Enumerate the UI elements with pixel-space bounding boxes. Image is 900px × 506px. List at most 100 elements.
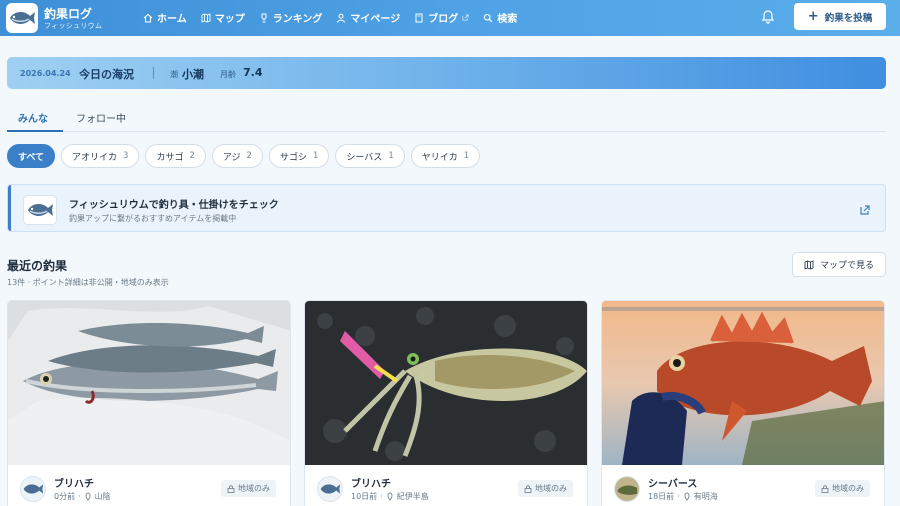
notification-bell-icon[interactable] <box>760 8 776 24</box>
tide-value: 小潮 <box>182 68 204 81</box>
nav-search-label: 検索 <box>497 14 518 25</box>
nav-map[interactable]: マップ <box>201 10 245 25</box>
card-location: 紀伊半島 <box>396 492 429 501</box>
moon-age-label: 月齢 <box>220 70 236 79</box>
map-icon <box>201 12 211 23</box>
tab-following[interactable]: フォロー中 <box>76 110 126 125</box>
avatar[interactable] <box>317 476 343 502</box>
filter-chip-label: カサゴ <box>156 152 184 163</box>
tab-everyone[interactable]: みんな <box>18 110 48 125</box>
nav-home[interactable]: ホーム <box>143 10 187 25</box>
region-only-badge: 地域のみ <box>518 480 573 497</box>
filter-chip[interactable]: シーバス 1 <box>335 144 405 168</box>
card-username[interactable]: ブリハチ <box>351 475 391 490</box>
region-only-badge: 地域のみ <box>221 480 276 497</box>
nav-map-label: マップ <box>214 14 245 25</box>
promo-banner[interactable]: フィッシュリウムで釣り具・仕掛けをチェック 釣果アップに繋がるおすすめアイテムを… <box>7 184 886 232</box>
filter-chip-count: 2 <box>189 151 195 161</box>
badge-label: 地域のみ <box>238 484 270 493</box>
view-on-map-label: マップで見る <box>819 261 874 271</box>
filter-chip-label: シーバス <box>346 152 383 163</box>
region-only-badge: 地域のみ <box>815 480 870 497</box>
section-meta: 13件 · ポイント詳細は非公開・地域のみ表示 <box>7 278 169 287</box>
filter-chip-label: ヤリイカ <box>421 152 458 163</box>
user-icon <box>337 13 346 23</box>
filter-chip-count: 3 <box>123 151 129 161</box>
filter-chip[interactable]: アジ 2 <box>211 144 263 168</box>
filter-chip-label: すべて <box>18 152 45 163</box>
section-title: 最近の釣果 <box>7 259 68 273</box>
catch-photo[interactable] <box>305 301 588 465</box>
nav-blog-label: ブログ <box>428 14 459 25</box>
filter-chip-label: アオリイカ <box>72 152 118 163</box>
fish-logo-icon <box>23 484 44 494</box>
card-meta: 18日前 · 有明海 <box>648 491 718 502</box>
separator-dot: · <box>78 492 81 501</box>
filter-chip-count: 1 <box>463 151 470 161</box>
brand-title[interactable]: 釣果ログ <box>44 5 92 22</box>
nav-home-label: ホーム <box>157 14 187 25</box>
main-nav: ホーム マップ ランキング マイページ ブログ 検索 <box>143 10 517 25</box>
filter-chip-count: 1 <box>312 151 319 161</box>
book-icon <box>415 13 423 22</box>
nav-blog[interactable]: ブログ <box>414 10 469 25</box>
user-photo-avatar <box>615 477 639 501</box>
location-pin-icon <box>684 492 690 501</box>
nav-search[interactable]: 検索 <box>483 10 517 25</box>
filter-chip[interactable]: カサゴ 2 <box>145 144 206 168</box>
promo-description: 釣果アップに繋がるおすすめアイテムを掲載中 <box>69 214 237 223</box>
today-conditions-banner: 2026.04.24 今日の海況 潮 小潮 月齢 7.4 <box>7 57 886 89</box>
catch-card[interactable]: ブリハチ 0分前 · 山陰 地域のみ <box>7 300 291 506</box>
filter-chip[interactable]: アオリイカ 3 <box>61 144 140 168</box>
fish-logo-icon <box>10 12 35 24</box>
moon-age-value: 7.4 <box>243 66 263 79</box>
filter-chip-count: 2 <box>246 151 252 161</box>
nav-ranking[interactable]: ランキング <box>259 10 322 25</box>
catch-photo[interactable] <box>8 301 291 465</box>
external-link-icon <box>462 14 469 21</box>
promo-title: フィッシュリウムで釣り具・仕掛けをチェック <box>69 200 279 211</box>
nav-mypage[interactable]: マイページ <box>336 10 400 25</box>
fish-logo-icon <box>320 484 341 494</box>
post-catch-button[interactable]: + 釣果を投稿 <box>794 3 886 30</box>
filter-chip-all[interactable]: すべて <box>7 144 56 168</box>
feed-tabs: みんな フォロー中 <box>7 106 886 132</box>
trophy-icon <box>261 13 267 22</box>
lock-icon <box>524 484 532 493</box>
location-pin-icon <box>387 492 393 501</box>
brand-logo[interactable] <box>6 3 38 33</box>
card-username[interactable]: ブリハチ <box>54 475 94 490</box>
active-tab-indicator <box>7 130 63 132</box>
catch-photo[interactable] <box>602 301 885 465</box>
filter-chip[interactable]: ヤリイカ 1 <box>410 144 481 168</box>
filter-chip-label: サゴシ <box>279 152 307 163</box>
today-date: 2026.04.24 <box>20 69 71 78</box>
external-link-icon <box>860 205 870 215</box>
promo-logo <box>23 195 57 225</box>
home-icon <box>143 13 153 23</box>
filter-chip-count: 1 <box>388 151 394 161</box>
view-on-map-button[interactable]: マップで見る <box>792 252 886 277</box>
fish-logo-icon <box>28 204 53 216</box>
card-time: 10日前 <box>351 492 378 501</box>
promo-accent-bar <box>8 185 11 231</box>
filter-chip[interactable]: サゴシ 1 <box>268 144 330 168</box>
divider <box>153 67 154 79</box>
lock-icon <box>227 484 235 493</box>
card-location: 有明海 <box>693 492 718 501</box>
avatar[interactable] <box>20 476 46 502</box>
separator-dot: · <box>677 492 680 501</box>
lock-icon <box>821 484 829 493</box>
separator-dot: · <box>380 492 383 501</box>
badge-label: 地域のみ <box>832 484 864 493</box>
catch-card[interactable]: ブリハチ 10日前 · 紀伊半島 地域のみ <box>304 300 588 506</box>
card-time: 0分前 <box>54 492 76 501</box>
today-title: 今日の海況 <box>79 68 134 81</box>
card-username[interactable]: シーバース <box>648 475 697 490</box>
post-catch-label: 釣果を投稿 <box>824 12 873 24</box>
filter-chip-label: アジ <box>222 152 241 163</box>
avatar[interactable] <box>614 476 640 502</box>
badge-label: 地域のみ <box>535 484 567 493</box>
card-time: 18日前 <box>648 492 675 501</box>
catch-card[interactable]: シーバース 18日前 · 有明海 地域のみ <box>601 300 885 506</box>
